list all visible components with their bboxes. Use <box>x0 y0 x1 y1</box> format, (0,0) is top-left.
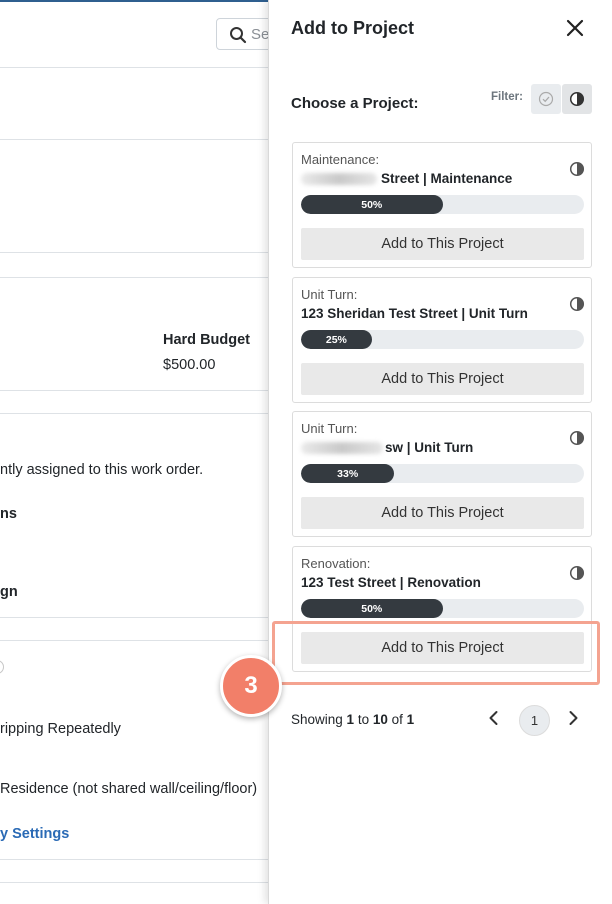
half-circle-icon <box>569 91 585 107</box>
drawer-title: Add to Project <box>291 18 415 38</box>
assigned-text: ntly assigned to this work order. <box>0 462 204 478</box>
choose-project-label: Choose a Project: <box>291 95 419 112</box>
divider <box>0 277 268 278</box>
divider <box>0 882 268 883</box>
progress-bar: 25% <box>301 330 584 349</box>
add-to-project-button[interactable]: Add to This Project <box>301 497 584 529</box>
close-icon[interactable] <box>563 16 587 40</box>
project-type: Unit Turn: <box>301 421 358 436</box>
divider <box>0 640 268 641</box>
divider <box>0 413 268 414</box>
filter-completed-button[interactable] <box>531 84 561 114</box>
divider <box>0 390 268 391</box>
progress-bar: 50% <box>301 195 584 214</box>
chevron-left-icon[interactable] <box>484 708 504 728</box>
progress-fill: 50% <box>301 195 443 214</box>
page-button[interactable]: 1 <box>519 705 550 736</box>
search-input[interactable]: Se <box>216 18 268 50</box>
hard-budget-value: $500.00 <box>163 357 216 373</box>
project-name: Street | Maintenance <box>301 171 512 186</box>
project-card: Maintenance: Street | Maintenance 50% Ad… <box>292 142 592 268</box>
progress-fill: 33% <box>301 464 395 483</box>
hard-budget-label: Hard Budget <box>163 332 250 348</box>
divider <box>0 859 268 860</box>
project-type: Renovation: <box>301 556 371 571</box>
divider <box>0 67 268 68</box>
project-card: Unit Turn: sw | Unit Turn 33% Add to Thi… <box>292 411 592 537</box>
half-circle-icon <box>569 161 585 177</box>
background-page: Se Hard Budget $500.00 ntly assigned to … <box>0 0 268 904</box>
search-icon <box>230 27 247 44</box>
filter-in-progress-button[interactable] <box>562 84 592 114</box>
pagination-summary: Showing 1 to 10 of 1 <box>291 712 415 727</box>
add-to-project-button[interactable]: Add to This Project <box>301 363 584 395</box>
divider <box>0 617 268 618</box>
highlight-box <box>272 621 600 685</box>
project-name: sw | Unit Turn <box>301 440 473 455</box>
list-item: gn <box>0 584 18 600</box>
half-circle-icon <box>569 296 585 312</box>
add-to-project-drawer: Add to Project Choose a Project: Filter:… <box>268 0 612 904</box>
add-to-project-button[interactable]: Add to This Project <box>301 228 584 260</box>
status-icon <box>0 660 4 674</box>
chevron-right-icon[interactable] <box>563 708 583 728</box>
project-name: 123 Sheridan Test Street | Unit Turn <box>301 306 528 321</box>
divider <box>0 139 268 140</box>
step-badge: 3 <box>220 655 282 717</box>
search-placeholder: Se <box>251 26 268 43</box>
project-name: 123 Test Street | Renovation <box>301 575 481 590</box>
check-circle-icon <box>538 91 554 107</box>
progress-fill: 25% <box>301 330 372 349</box>
issue-text: ripping Repeatedly <box>0 721 121 737</box>
progress-bar: 50% <box>301 599 584 618</box>
list-item: ns <box>0 506 17 522</box>
project-card: Unit Turn: 123 Sheridan Test Street | Un… <box>292 277 592 403</box>
location-text: Residence (not shared wall/ceiling/floor… <box>0 781 258 797</box>
project-type: Maintenance: <box>301 152 380 167</box>
project-type: Unit Turn: <box>301 287 358 302</box>
half-circle-icon <box>569 430 585 446</box>
settings-link[interactable]: y Settings <box>0 826 69 842</box>
filter-label: Filter: <box>491 91 523 103</box>
progress-bar: 33% <box>301 464 584 483</box>
half-circle-icon <box>569 565 585 581</box>
progress-fill: 50% <box>301 599 443 618</box>
divider <box>0 252 268 253</box>
